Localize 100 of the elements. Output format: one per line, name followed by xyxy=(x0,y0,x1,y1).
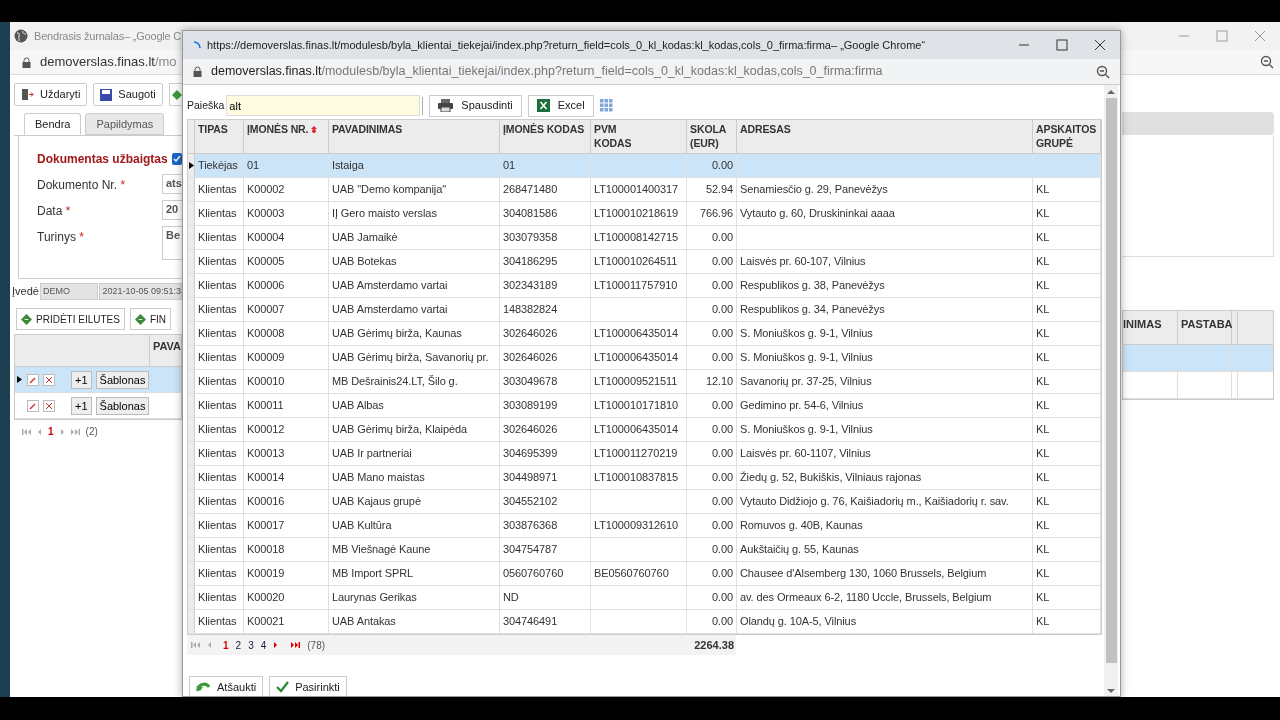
page-number[interactable]: 1 xyxy=(48,424,54,439)
page-link[interactable]: 4 xyxy=(260,637,267,653)
table-row[interactable]: Klientas K00007 UAB Amsterdamo vartai 148382824 0.00 Respublikos g. 34, Panevėžys KL xyxy=(188,298,1101,322)
next-page-icon[interactable] xyxy=(273,641,279,649)
next-page-icon[interactable] xyxy=(59,427,65,436)
table-row[interactable]: Klientas K00019 MB Import SPRL 0560760760 BE0560760760 0.00 Chausee d'Alsemberg 130, 1060 Brussels, Belgium KL xyxy=(188,562,1101,586)
previous-page-icon[interactable] xyxy=(37,427,42,436)
zoom-icon[interactable] xyxy=(1260,55,1274,69)
table-row[interactable]: Klientas K00012 UAB Gėrimų birža, Klaipėda 302646026 LT100006435014 0.00 S. Moniuškos g. 9-1, Vilnius KL xyxy=(188,418,1101,442)
table-cell: 0.00 xyxy=(687,562,737,585)
scrollbar-thumb[interactable] xyxy=(1105,98,1117,663)
table-cell: LT100001400317 xyxy=(591,178,687,201)
edit-icon[interactable] xyxy=(27,373,39,386)
table-cell: Klientas xyxy=(195,250,244,273)
action-button[interactable]: FIN xyxy=(129,308,171,330)
scroll-up-icon[interactable] xyxy=(1107,88,1115,96)
table-cell: LT100010171810 xyxy=(591,394,687,417)
page-link[interactable]: 2 xyxy=(235,637,242,653)
toolbar-button[interactable]: Spausdinti xyxy=(429,94,522,117)
table-cell: K00012 xyxy=(244,418,329,441)
table-row[interactable]: Klientas K00021 UAB Antakas 304746491 0.00 Olandų g. 10A-5, Vilnius KL xyxy=(188,610,1101,634)
column-header[interactable]: ADRESAS xyxy=(737,120,1033,153)
table-row[interactable]: Klientas K00013 UAB Ir partneriai 304695399 LT100011270219 0.00 Laisvės pr. 60-1107, Vilnius KL xyxy=(188,442,1101,466)
add-one-button[interactable]: +1 xyxy=(71,396,92,415)
scrollbar[interactable] xyxy=(1104,85,1118,696)
table-row[interactable]: Klientas K00008 UAB Gėrimų birža, Kaunas 302646026 LT100006435014 0.00 S. Moniuškos g. 9-1, Vilnius KL xyxy=(188,322,1101,346)
add-one-button[interactable]: +1 xyxy=(71,370,92,389)
column-header[interactable]: PVM KODAS xyxy=(591,120,687,153)
table-row[interactable]: +1 Šablonas xyxy=(15,367,181,393)
table-cell: LT100010218619 xyxy=(591,202,687,225)
delete-icon[interactable] xyxy=(43,399,55,412)
table-cell: 0.00 xyxy=(687,250,737,273)
table-cell: K00020 xyxy=(244,586,329,609)
table-cell: Romuvos g. 40B, Kaunas xyxy=(737,514,1033,537)
table-cell: Klientas xyxy=(195,370,244,393)
action-button[interactable]: Atšaukti xyxy=(189,676,264,696)
first-page-icon[interactable] xyxy=(22,427,31,436)
grid-icon[interactable] xyxy=(599,99,613,112)
table-cell: KL xyxy=(1033,442,1101,465)
table-cell: UAB Jamaikė xyxy=(329,226,500,249)
table-row[interactable]: Klientas K00006 UAB Amsterdamo vartai 302343189 LT100011757910 0.00 Respublikos g. 38, Panevėžys KL xyxy=(188,274,1101,298)
column-header[interactable]: APSKAITOS GRUPĖ xyxy=(1033,120,1101,153)
last-page-icon[interactable] xyxy=(70,427,80,436)
time-field: 2021-10-05 09:51:3 xyxy=(99,283,182,300)
table-cell: 302646026 xyxy=(500,346,591,369)
table-cell: 304081586 xyxy=(500,202,591,225)
column-header[interactable]: TIPAS xyxy=(195,120,244,153)
toolbar-button[interactable]: Saugoti xyxy=(93,83,163,106)
table-cell: MB Dešrainis24.LT, Šilo g. xyxy=(329,370,500,393)
completed-checkbox[interactable] xyxy=(171,153,182,165)
page-link[interactable]: 3 xyxy=(248,637,254,653)
table-row[interactable]: Klientas K00005 UAB Botekas 304186295 LT100010264511 0.00 Laisvės pr. 60-107, Vilnius KL xyxy=(188,250,1101,274)
tab[interactable]: Papildymas xyxy=(85,113,165,135)
table-row[interactable]: Klientas K00017 UAB Kultūra 303876368 LT100009312610 0.00 Romuvos g. 40B, Kaunas KL xyxy=(188,514,1101,538)
table-cell: 0.00 xyxy=(687,610,737,633)
table-cell: KL xyxy=(1033,394,1101,417)
search-field[interactable]: alt xyxy=(226,95,421,116)
table-cell: Klientas xyxy=(195,322,244,345)
table-row[interactable]: Klientas K00004 UAB Jamaikė 303079358 LT100008142715 0.00 KL xyxy=(188,226,1101,250)
previous-page-icon[interactable] xyxy=(207,641,212,649)
table-row[interactable]: Klientas K00009 UAB Gėrimų birža, Savanorių pr. 302646026 LT100006435014 0.00 S. Moniuškos g. 9-1, Vilnius KL xyxy=(188,346,1101,370)
table-row[interactable]: Klientas K00016 UAB Kajaus grupė 304552102 0.00 Vytauto Didžiojo g. 76, Kaišiadorių m., Kaišiadorių r. sav. KL xyxy=(188,490,1101,514)
close-icon[interactable] xyxy=(1094,39,1106,51)
column-header[interactable]: ĮMONĖS NR. xyxy=(244,120,329,153)
last-page-icon[interactable] xyxy=(291,641,301,649)
column-header[interactable]: SKOLA (EUR) xyxy=(687,120,737,153)
tab[interactable]: Bendra xyxy=(24,113,82,135)
template-button[interactable]: Šablonas xyxy=(95,396,150,415)
table-cell: 52.94 xyxy=(687,178,737,201)
column-header[interactable]: ĮMONĖS KODAS xyxy=(500,120,591,153)
action-button[interactable]: PRIDĖTI EILUTES xyxy=(16,308,125,330)
first-page-icon[interactable] xyxy=(191,641,200,649)
table-cell: 304498971 xyxy=(500,466,591,489)
toolbar-button[interactable]: Excel xyxy=(527,94,594,117)
table-row[interactable]: Klientas K00002 UAB "Demo kompanija" 268471480 LT100001400317 52.94 Senamiesčio g. 29, Panevėžys KL xyxy=(188,178,1101,202)
table-row[interactable] xyxy=(1123,372,1273,399)
scroll-down-icon[interactable] xyxy=(1107,687,1115,695)
template-button[interactable]: Šablonas xyxy=(95,370,150,389)
table-row[interactable]: Klientas K00003 IĮ Gero maisto verslas 304081586 LT100010218619 766.96 Vytauto g. 60, Druskininkai aaaa KL xyxy=(188,202,1101,226)
table-cell: KL xyxy=(1033,346,1101,369)
table-cell: LT100011270219 xyxy=(591,442,687,465)
column-header[interactable]: PAVADINIMAS xyxy=(329,120,500,153)
table-cell: Klientas xyxy=(195,466,244,489)
table-row[interactable]: Klientas K00020 Laurynas Gerikas ND 0.00 av. des Ormeaux 6-2, 1180 Uccle, Brussels, Belgium KL xyxy=(188,586,1101,610)
table-row[interactable]: Klientas K00014 UAB Mano maistas 304498971 LT100010837815 0.00 Žiedų g. 52, Bukiškis, Vilniaus rajonas KL xyxy=(188,466,1101,490)
table-cell: S. Moniuškos g. 9-1, Vilnius xyxy=(737,322,1033,345)
action-button[interactable]: Pasirinkti xyxy=(269,676,347,696)
delete-icon[interactable] xyxy=(43,373,55,386)
zoom-icon[interactable] xyxy=(1096,64,1110,79)
table-cell: KL xyxy=(1033,370,1101,393)
table-row[interactable]: Klientas K00010 MB Dešrainis24.LT, Šilo g. 303049678 LT100009521511 12.10 Savanorių pr. 37-25, Vilnius KL xyxy=(188,370,1101,394)
table-row[interactable]: Tiekėjas 01 Istaiga 01 0.00 xyxy=(188,154,1101,178)
table-row[interactable]: Klientas K00018 MB Viešnagė Kaune 304754787 0.00 Aukštaičių g. 55, Kaunas KL xyxy=(188,538,1101,562)
page-link[interactable]: 1 xyxy=(223,637,229,653)
edit-icon[interactable] xyxy=(27,399,39,412)
maximize-icon[interactable] xyxy=(1056,39,1068,51)
table-cell: KL xyxy=(1033,274,1101,297)
table-row[interactable]: Klientas K00011 UAB Albas 303089199 LT100010171810 0.00 Gedimino pr. 54-6, Vilnius KL xyxy=(188,394,1101,418)
table-cell: Klientas xyxy=(195,418,244,441)
toolbar-button[interactable]: Uždaryti xyxy=(14,83,88,106)
